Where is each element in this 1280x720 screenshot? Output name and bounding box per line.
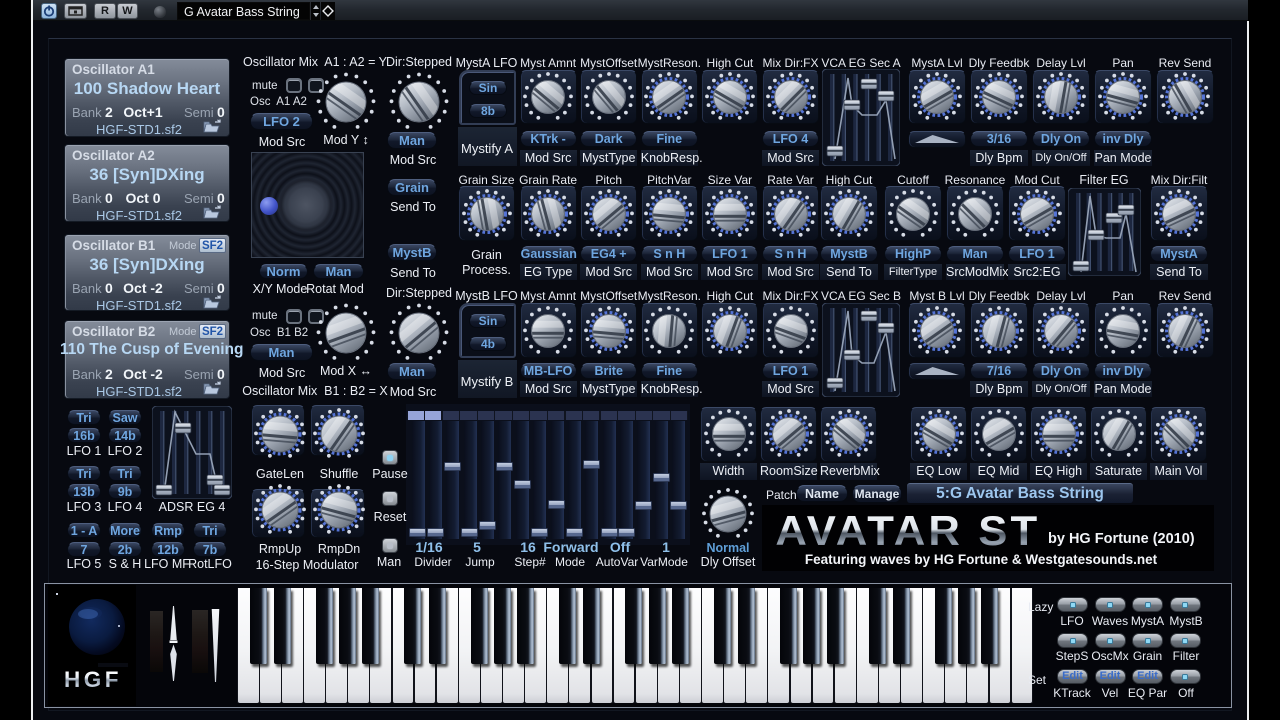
svg-text:AVATAR ST: AVATAR ST bbox=[775, 508, 1040, 555]
